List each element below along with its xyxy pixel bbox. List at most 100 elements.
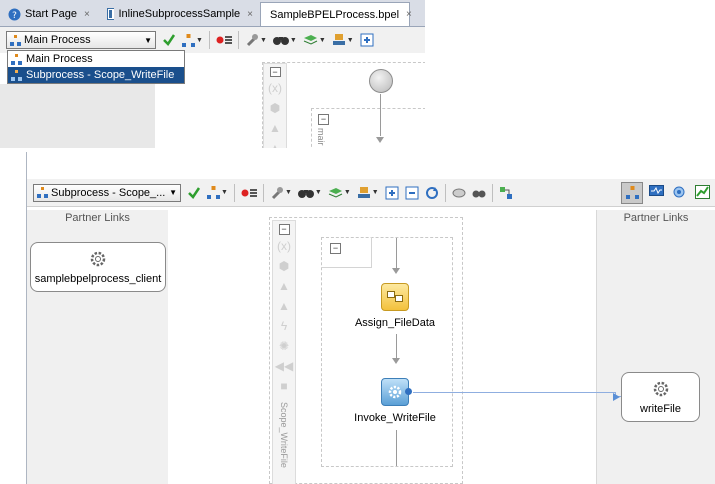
collapse-icon[interactable]: − — [278, 224, 290, 235]
validate-button[interactable] — [162, 33, 176, 47]
wrench-button[interactable]: ▼ — [245, 33, 267, 47]
collapse-button[interactable] — [405, 186, 419, 200]
dropdown-option-label: Main Process — [26, 53, 93, 65]
wrench-button[interactable]: ▼ — [270, 186, 292, 200]
partner-link-client[interactable]: samplebpelprocess_client — [30, 242, 166, 292]
checkmark-icon — [188, 186, 201, 199]
dropdown-arrow-icon: ▼ — [196, 36, 203, 44]
view-toggle-group — [621, 181, 715, 204]
receive-start-node[interactable] — [369, 69, 393, 93]
partner-link-label: writeFile — [640, 402, 681, 415]
dropdown-arrow-icon: ▼ — [343, 189, 351, 196]
expand-button[interactable] — [360, 33, 374, 47]
layers-icon — [328, 187, 343, 198]
activity-label: Invoke_WriteFile — [354, 412, 436, 424]
process-icon — [625, 186, 639, 199]
stamp-button[interactable]: ▼ — [332, 33, 354, 47]
scope-header-box — [321, 237, 372, 268]
close-icon[interactable]: × — [84, 9, 90, 20]
dropdown-arrow-icon: ▼ — [371, 189, 379, 196]
stamp-icon — [332, 34, 345, 45]
sensor-icon — [673, 186, 684, 197]
breakpoint-button[interactable] — [241, 187, 257, 199]
layers-button[interactable]: ▼ — [328, 186, 351, 200]
dropdown-option-main-process[interactable]: Main Process — [8, 51, 184, 67]
expand-button[interactable] — [385, 186, 399, 200]
binoculars-button[interactable]: ▼ — [297, 187, 322, 199]
toolbar-separator — [233, 183, 235, 202]
monitor-view-button[interactable] — [646, 182, 666, 202]
catch-icon: ⬢ — [269, 101, 281, 115]
assign-icon — [381, 283, 409, 311]
right-partner-links-header: Partner Links — [623, 212, 689, 224]
breakpoint-list-icon — [216, 36, 232, 44]
layout-icon — [499, 186, 512, 199]
partner-link-label: samplebpelprocess_client — [34, 272, 162, 285]
collapse-icon[interactable]: − — [318, 114, 329, 125]
stamp-button[interactable]: ▼ — [357, 186, 379, 200]
process-view-button[interactable]: ▼ — [207, 186, 228, 199]
compensation-icon: ▲ — [278, 299, 290, 313]
toolbar-separator — [444, 183, 446, 202]
close-icon[interactable]: × — [247, 9, 253, 20]
refresh-button[interactable] — [425, 186, 439, 200]
expand-icon — [385, 186, 399, 199]
validate-button[interactable] — [187, 186, 201, 200]
bpel-view-button[interactable] — [621, 181, 643, 204]
right-partner-links-panel — [596, 210, 715, 484]
invoke-activity[interactable]: Invoke_WriteFile — [347, 378, 443, 424]
dropdown-option-label: Subprocess - Scope_WriteFile — [26, 69, 175, 81]
process-selector[interactable]: Subprocess - Scope_... ▼ — [33, 183, 181, 202]
activity-palette: − (x) ⬢ ▲ ▲ ϟ ✺ ◀◀ ■ Scope_WriteFile — [272, 220, 296, 484]
tab-inline-subprocess-sample[interactable]: InlineSubprocessSample × — [102, 3, 258, 25]
binoculars-icon — [272, 37, 289, 45]
chevron-down-icon: ▼ — [169, 188, 177, 197]
gear-icon — [90, 251, 106, 266]
connection-port-icon[interactable] — [405, 388, 412, 395]
tab-start-page[interactable]: ? Start Page × — [3, 3, 101, 25]
assign-activity[interactable]: Assign_FileData — [354, 283, 436, 329]
editor-tab-bar: ? Start Page × InlineSubprocessSample × … — [0, 0, 425, 27]
scope-vertical-label: Scope_WriteFile — [279, 402, 289, 468]
toolbar-separator — [491, 183, 493, 202]
process-icon — [11, 53, 22, 65]
event-icon: ϟ — [280, 319, 288, 333]
dropdown-option-subprocess[interactable]: Subprocess - Scope_WriteFile — [8, 67, 184, 83]
collapse-all-icon — [405, 186, 419, 199]
binoculars-icon — [297, 189, 314, 198]
collapse-icon[interactable]: − — [269, 67, 281, 77]
breakpoint-button[interactable] — [216, 34, 232, 46]
partner-link-wire — [413, 392, 615, 393]
analytics-view-button[interactable] — [692, 182, 712, 202]
tab-sample-bpel-process[interactable]: SampleBPELProcess.bpel × — [260, 2, 412, 26]
timer-icon: ✺ — [278, 339, 290, 353]
scope-frame — [321, 237, 453, 467]
process-view-button[interactable]: ▼ — [182, 33, 203, 47]
flow-connector — [380, 94, 381, 136]
auto-layout-button[interactable] — [499, 186, 513, 200]
collapse-icon[interactable]: − — [330, 243, 341, 254]
tab-label: SampleBPELProcess.bpel — [270, 8, 400, 21]
process-icon — [207, 186, 220, 199]
invoke-icon — [381, 378, 412, 406]
toolbar-separator — [237, 31, 239, 49]
zoom-out-button[interactable] — [472, 187, 486, 199]
binoculars-button[interactable]: ▼ — [272, 34, 297, 46]
zoom-in-button[interactable] — [452, 187, 466, 199]
gear-icon — [653, 381, 668, 396]
bottom-editor-window: Subprocess - Scope_... ▼ ▼ ▼ ▼ ▼ ▼ Partn… — [26, 152, 715, 484]
sensor-view-button[interactable] — [669, 182, 689, 202]
layers-button[interactable]: ▼ — [303, 33, 326, 47]
process-selector[interactable]: Main Process ▼ — [6, 31, 156, 49]
activity-palette: − (x) ⬢ ▲ ▲ — [263, 63, 287, 148]
partner-link-writefile[interactable]: writeFile — [621, 372, 700, 422]
top-editor-window: ? Start Page × InlineSubprocessSample × … — [0, 0, 425, 148]
process-selector-value: Main Process — [24, 34, 91, 46]
compensation-icon: ▲ — [269, 141, 281, 148]
close-icon[interactable]: × — [406, 9, 412, 20]
monitor-icon — [648, 185, 664, 196]
tab-label: Start Page — [25, 8, 77, 20]
binoculars-small-icon — [472, 190, 486, 197]
process-dropdown-list: Main Process Subprocess - Scope_WriteFil… — [7, 50, 185, 84]
alert-icon: ▲ — [278, 279, 290, 293]
